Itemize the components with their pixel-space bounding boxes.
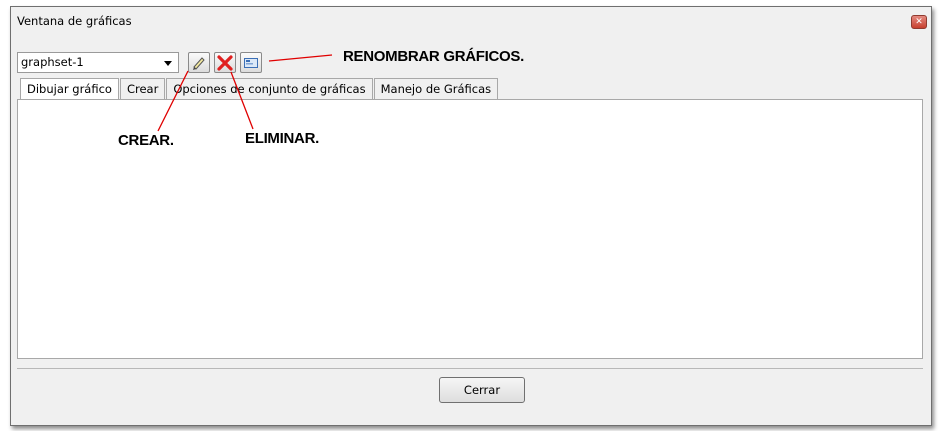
window-title: Ventana de gráficas xyxy=(17,14,132,28)
delete-button[interactable] xyxy=(214,52,236,73)
tab-draw-graph[interactable]: Dibujar gráfico xyxy=(20,78,119,100)
tab-strip: Dibujar gráfico Crear Opciones de conjun… xyxy=(20,78,499,100)
delete-annotation: ELIMINAR. xyxy=(245,130,319,147)
tab-graphset-options[interactable]: Opciones de conjunto de gráficas xyxy=(166,78,373,100)
tab-graph-management[interactable]: Manejo de Gráficas xyxy=(373,78,499,100)
tab-create[interactable]: Crear xyxy=(119,78,166,100)
graphs-window: Ventana de gráficas ✕ graphset-1 Dibujar… xyxy=(10,6,932,426)
create-annotation: CREAR. xyxy=(118,132,174,149)
close-icon[interactable]: ✕ xyxy=(911,15,927,29)
rename-icon xyxy=(244,58,258,68)
rename-button[interactable] xyxy=(240,52,262,73)
red-x-icon xyxy=(217,55,233,71)
close-button[interactable]: Cerrar xyxy=(439,377,525,403)
chevron-down-icon[interactable] xyxy=(164,61,172,66)
footer-divider xyxy=(17,368,923,369)
graphset-combo-value: graphset-1 xyxy=(21,55,84,69)
create-button[interactable] xyxy=(188,52,210,73)
graphset-combo[interactable]: graphset-1 xyxy=(17,52,179,73)
pencil-icon xyxy=(193,57,205,70)
rename-annotation: RENOMBRAR GRÁFICOS. xyxy=(343,48,524,65)
